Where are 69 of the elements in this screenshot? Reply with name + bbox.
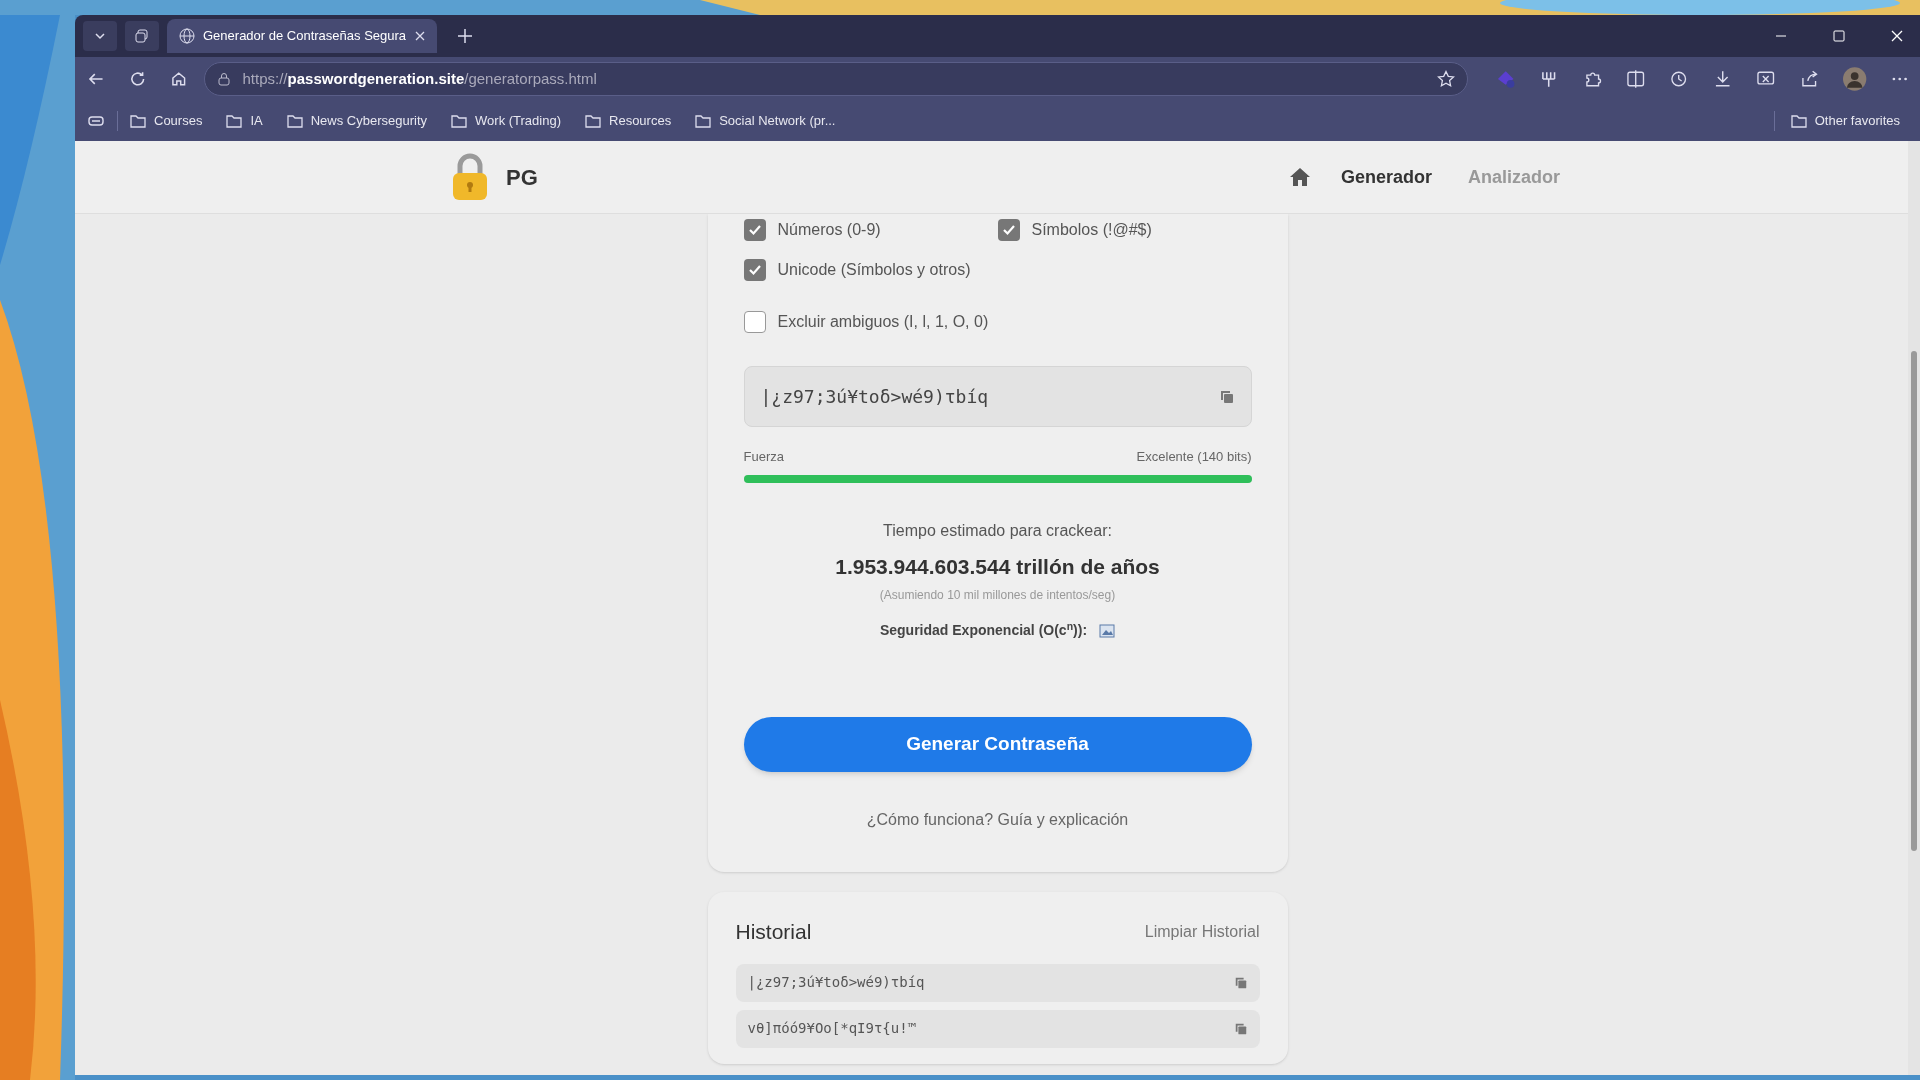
scrollbar[interactable]	[1908, 141, 1920, 1075]
workspaces-button[interactable]	[125, 21, 159, 51]
checkbox[interactable]	[743, 311, 766, 333]
copy-icon[interactable]	[1218, 388, 1235, 405]
favorite-star-icon[interactable]	[1436, 70, 1455, 88]
browser-tab[interactable]: Generador de Contraseñas Segura	[167, 19, 437, 53]
option-label: Unicode (Símbolos y otros)	[777, 260, 971, 280]
crack-time-heading: Tiempo estimado para crackear:	[882, 520, 1113, 541]
history-icon[interactable]	[1669, 69, 1689, 89]
globe-icon	[179, 28, 195, 44]
folder-icon	[585, 114, 601, 128]
url-text: https://passwordgeneration.site/generatorpass.html	[242, 68, 597, 89]
split-screen-icon[interactable]	[1626, 69, 1646, 89]
copy-icon[interactable]	[1233, 1021, 1248, 1036]
bookmark-folder[interactable]: Social Network (pr...	[695, 111, 836, 131]
history-password: |¿z97;3ú¥toδ>wé9)τbíq	[747, 973, 925, 993]
bookmark-folder[interactable]: Work (Trading)	[451, 111, 561, 131]
home-icon[interactable]	[170, 70, 188, 88]
generate-button[interactable]: Generar Contraseña	[743, 717, 1252, 772]
history-item[interactable]: vθ]πóó9¥Oo[*qI9τ{u!™	[735, 1009, 1260, 1048]
share-icon[interactable]	[1799, 69, 1820, 89]
tab-list-button[interactable]	[83, 21, 117, 51]
checkmark-icon	[747, 223, 762, 237]
checkmark-icon	[1001, 223, 1016, 237]
password-text: |¿z97;3ú¥toδ>wé9)τbíq	[760, 385, 989, 409]
brand-name[interactable]: PG	[506, 160, 538, 194]
image-icon	[1099, 623, 1116, 638]
nav-link[interactable]: Generador	[1340, 163, 1432, 191]
bookmark-folder[interactable]: Resources	[585, 111, 672, 131]
bookmark-folder[interactable]: Courses	[130, 111, 203, 131]
option-label: Símbolos (!@#$)	[1031, 220, 1152, 240]
new-tab-icon[interactable]	[457, 28, 473, 44]
checkbox[interactable]	[743, 259, 766, 281]
history-password: vθ]πóó9¥Oo[*qI9τ{u!™	[747, 1019, 917, 1038]
maximize-icon[interactable]	[1832, 29, 1846, 43]
password-field[interactable]: |¿z97;3ú¥toδ>wé9)τbíq	[743, 366, 1252, 427]
home-icon[interactable]	[1288, 166, 1311, 188]
folder-icon	[695, 114, 712, 128]
folder-icon	[130, 114, 146, 128]
other-favorites-link[interactable]: Other favorites	[1790, 111, 1900, 131]
folder-icon	[286, 114, 303, 128]
option-label: Excluir ambiguos (I, l, 1, O, 0)	[777, 312, 989, 332]
checkmark-icon	[747, 263, 762, 277]
tab-title: Generador de Contraseñas Segura	[203, 27, 407, 46]
folder-icon	[451, 114, 468, 128]
address-bar[interactable]: https://passwordgeneration.site/generatorpass.html	[203, 62, 1468, 96]
crack-time-note: (Asumiendo 10 mil millones de intentos/seg)	[878, 587, 1117, 604]
folder-icon	[226, 114, 243, 128]
strength-label: Fuerza	[743, 448, 784, 466]
profile-avatar-icon[interactable]	[1843, 67, 1867, 91]
help-link[interactable]: ¿Cómo funciona? Guía y explicación	[743, 808, 1252, 832]
close-icon[interactable]	[1890, 29, 1904, 43]
close-tab-icon[interactable]	[415, 31, 425, 41]
history-title: Historial	[735, 919, 812, 945]
copy-icon[interactable]	[1233, 975, 1248, 990]
history-item[interactable]: |¿z97;3ú¥toδ>wé9)τbíq	[735, 963, 1260, 1002]
complexity-label: Seguridad Exponencial (O(c$^{n}$)):	[879, 620, 1088, 640]
crack-time-value: 1.953.944.603.544 trillón de años	[834, 553, 1161, 580]
strength-rating: Excelente (140 bits)	[1136, 448, 1252, 466]
bookmark-folder[interactable]: News Cybersegurity	[286, 111, 428, 131]
stacked-squares-icon	[134, 28, 150, 44]
lock-icon	[216, 72, 231, 86]
refresh-icon[interactable]	[128, 70, 146, 88]
bookmark-folder[interactable]: IA	[226, 111, 263, 131]
checkbox[interactable]	[743, 219, 766, 241]
clear-history-button[interactable]: Limpiar Historial	[1144, 919, 1260, 944]
option-label: Números (0-9)	[777, 220, 881, 240]
checkbox[interactable]	[997, 219, 1020, 241]
folder-icon	[1790, 114, 1807, 128]
